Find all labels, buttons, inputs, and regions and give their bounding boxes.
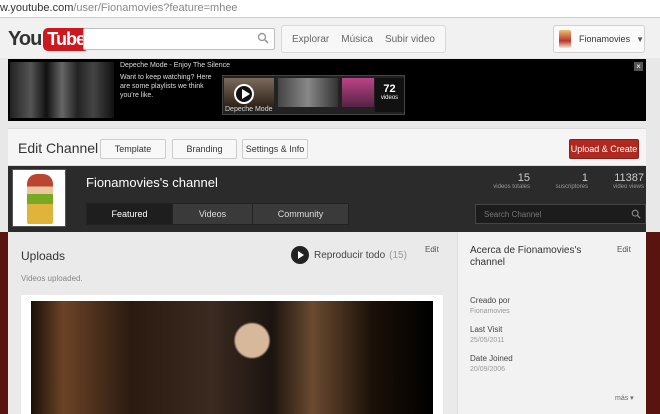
- chevron-down-icon: ▼: [636, 34, 644, 44]
- search-icon[interactable]: [631, 209, 641, 219]
- about-title: Acerca de Fionamovies's channel: [470, 245, 582, 268]
- url-path: /user/Fionamovies?feature=mhee: [73, 2, 238, 14]
- branding-button[interactable]: Branding: [172, 139, 237, 159]
- created-by-value[interactable]: Fionamovies: [470, 308, 510, 315]
- channel-title: Fionamovies's channel: [86, 175, 218, 190]
- stat-label: videos totales: [493, 184, 530, 190]
- video-count: 72: [383, 83, 396, 95]
- channel-tabs: Featured Videos Community: [86, 203, 349, 225]
- upload-create-button[interactable]: Upload & Create: [569, 139, 639, 159]
- stat-subscribers: 1 suscriptores: [552, 172, 588, 190]
- edit-channel-title: Edit Channel: [18, 140, 99, 156]
- stat-value: 11387: [614, 172, 644, 184]
- video-frame[interactable]: [31, 301, 433, 414]
- stat-value: 1: [581, 172, 588, 184]
- channel-header: Fionamovies's channel 15 videos totales …: [8, 166, 646, 232]
- created-by-label: Creado por: [470, 296, 511, 305]
- uploads-subtitle: Videos uploaded.: [21, 274, 83, 283]
- play-icon: [291, 246, 309, 264]
- edit-about-link[interactable]: Edit: [617, 245, 631, 254]
- tab-community[interactable]: Community: [253, 204, 348, 224]
- promo-banner: Depeche Mode - Enjoy The Silence Want to…: [8, 59, 646, 121]
- search-channel-input[interactable]: Search Channel: [475, 204, 646, 224]
- last-visit-value: 25/05/2011: [470, 337, 505, 344]
- channel-avatar[interactable]: [12, 169, 66, 227]
- stat-label: video views: [612, 184, 644, 190]
- masthead: You Tube Explorar Música Subir video Fio…: [0, 18, 660, 58]
- playlist-thumbnail[interactable]: [342, 78, 374, 107]
- url-host: w.youtube.com: [0, 2, 74, 14]
- edit-channel-bar: Edit Channel Template Branding Settings …: [8, 128, 646, 166]
- search-channel-placeholder: Search Channel: [484, 210, 542, 219]
- promo-title[interactable]: Depeche Mode - Enjoy The Silence: [120, 62, 230, 69]
- play-all-label: Reproducir todo: [314, 249, 386, 261]
- address-bar[interactable]: w.youtube.com/user/Fionamovies?feature=m…: [0, 0, 660, 18]
- date-joined-label: Date Joined: [470, 354, 513, 363]
- search-input[interactable]: [83, 28, 275, 50]
- avatar-figure: [27, 174, 53, 224]
- uploads-heading: Uploads: [21, 249, 66, 263]
- close-icon[interactable]: ×: [634, 62, 643, 71]
- video-count-label: videos: [380, 95, 399, 101]
- youtube-logo[interactable]: You Tube: [8, 27, 89, 51]
- playlist-thumbnail[interactable]: [278, 78, 338, 107]
- video-count-badge: 72 videos: [375, 78, 404, 112]
- tab-videos[interactable]: Videos: [173, 204, 253, 224]
- playlist-caption: Depeche Mode: [225, 106, 273, 113]
- tab-featured[interactable]: Featured: [87, 204, 173, 224]
- last-visit-label: Last Visit: [470, 325, 503, 334]
- avatar: [559, 30, 572, 48]
- play-all-count: (15): [389, 249, 407, 261]
- featured-video[interactable]: [21, 295, 443, 414]
- more-link[interactable]: más ▾: [615, 394, 634, 402]
- nav-explore[interactable]: Explorar: [286, 34, 335, 45]
- user-name: Fionamovies: [579, 34, 631, 44]
- stat-videos: 15 videos totales: [488, 172, 530, 190]
- logo-you: You: [8, 27, 42, 50]
- playlist-thumbnail[interactable]: [224, 78, 274, 107]
- user-menu[interactable]: Fionamovies ▼: [553, 25, 645, 53]
- nav-music[interactable]: Música: [335, 34, 379, 45]
- masthead-nav: Explorar Música Subir video: [281, 25, 446, 53]
- template-button[interactable]: Template: [100, 139, 166, 159]
- edit-uploads-link[interactable]: Edit: [425, 245, 439, 254]
- page-border-left: [0, 232, 8, 414]
- band-photo[interactable]: [10, 62, 114, 118]
- uploads-section: Uploads Videos uploaded. Reproducir todo…: [8, 232, 457, 414]
- stat-views: 11387 video views: [606, 172, 644, 190]
- promo-body: Want to keep watching? Here are some pla…: [120, 74, 212, 99]
- page-border-right: [646, 232, 660, 414]
- playlist-thumbs[interactable]: 72 videos Depeche Mode: [222, 75, 405, 115]
- stat-value: 15: [517, 172, 530, 184]
- about-panel: Acerca de Fionamovies's channel Edit Cre…: [457, 232, 646, 414]
- date-joined-value: 20/09/2006: [470, 366, 506, 373]
- stat-label: suscriptores: [555, 184, 588, 190]
- play-icon[interactable]: [234, 84, 254, 104]
- search-icon[interactable]: [257, 32, 269, 44]
- settings-info-button[interactable]: Settings & Info: [242, 139, 308, 159]
- nav-upload[interactable]: Subir video: [379, 34, 441, 45]
- play-all-button[interactable]: Reproducir todo (15): [291, 246, 407, 264]
